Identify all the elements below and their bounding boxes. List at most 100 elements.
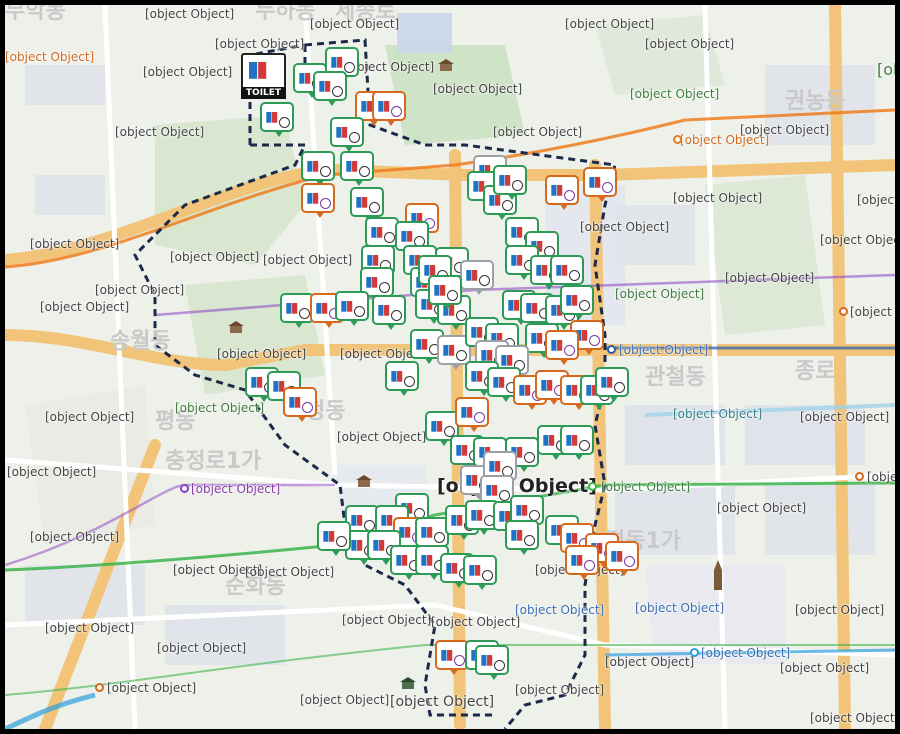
place-label: [object Object]: [217, 347, 307, 361]
toilet-marker[interactable]: ▮▮: [560, 285, 594, 320]
place-label: [object Object]: [40, 300, 130, 314]
toilet-marker[interactable]: ▮▮: [350, 187, 384, 222]
station-marker[interactable]: [673, 135, 682, 144]
toilet-marker[interactable]: ▮▮: [493, 165, 527, 200]
toilet-marker[interactable]: ▮▮: [330, 117, 364, 152]
district-label: 누하동: [255, 5, 316, 24]
place-label: [object Object]: [515, 603, 605, 617]
map-view[interactable]: 무악동 송월동 평동 세종로 관철동 순화동 명동1가 충정로1가 정동 누하동…: [5, 5, 895, 729]
station-marker[interactable]: [855, 472, 864, 481]
marker-pin-tail: [477, 583, 487, 590]
toilet-marker[interactable]: ▮▮: [605, 541, 639, 576]
marker-pin-tail: [442, 303, 452, 310]
toilet-marker[interactable]: ▮▮: [283, 387, 317, 422]
toilet-people-icon: ▮▮: [420, 524, 433, 540]
toilet-marker[interactable]: ▮▮: [550, 255, 584, 290]
marker-pin-tail: [386, 119, 396, 126]
toilet-people-icon: ▮▮: [360, 98, 373, 114]
toilet-people-icon: ▮▮: [535, 262, 548, 278]
place-label: [object Object]: [337, 430, 427, 444]
station-marker[interactable]: [690, 648, 699, 657]
toilet-marker[interactable]: ▮▮: [505, 520, 539, 555]
place-label: [object Object]: [725, 271, 815, 285]
station-marker[interactable]: [839, 307, 848, 316]
place-label: [object Object]: [431, 615, 521, 629]
toilet-marker[interactable]: ▮▮: [560, 425, 594, 460]
toilet-people-icon: ▮▮: [540, 377, 553, 393]
toilet-marker[interactable]: ▮▮: [313, 71, 347, 106]
toilet-marker[interactable]: ▮▮: [545, 330, 579, 365]
place-label: [object Object]: [95, 283, 185, 297]
toilet-marker[interactable]: ▮▮: [260, 102, 294, 137]
station-label-myeongdong[interactable]: [object Object]: [701, 646, 790, 660]
marker-pin-tail: [519, 465, 529, 472]
marker-pin-tail: [469, 425, 479, 432]
toilet-people-icon: ▮▮: [318, 78, 331, 94]
toilet-people-icon: ▮▮: [565, 382, 578, 398]
station-marker[interactable]: [180, 484, 189, 493]
toilet-marker[interactable]: ▮▮: [565, 545, 599, 580]
toilet-marker[interactable]: ▮▮: [340, 151, 374, 186]
marker-pin-tail: [315, 211, 325, 218]
toilet-marker[interactable]: ▮▮: [545, 175, 579, 210]
toilet-marker[interactable]: ▮▮: [435, 640, 469, 675]
toilet-people-icon: ▮▮: [518, 382, 531, 398]
toilet-marker[interactable]: ▮▮: [301, 151, 335, 186]
station-marker[interactable]: [588, 482, 597, 491]
district-label: 송월동: [110, 329, 171, 354]
toilet-marker[interactable]: ▮▮: [475, 645, 509, 680]
place-label: [object Object]: [717, 501, 807, 515]
clock-icon: [379, 282, 390, 293]
station-label-jonggak[interactable]: [object Object]: [619, 343, 708, 357]
marker-pin-tail: [404, 573, 414, 580]
toilet-people-icon: ▮▮: [372, 537, 385, 553]
toilet-marker[interactable]: ▮▮: [372, 91, 406, 126]
toilet-people-icon: ▮▮: [350, 512, 363, 528]
toilet-marker[interactable]: ▮▮: [455, 397, 489, 432]
toilet-people-icon: ▮▮: [498, 172, 511, 188]
toilet-people-icon: ▮▮: [322, 528, 335, 544]
toilet-sign-icon[interactable]: ▮▮ TOILET: [241, 53, 286, 99]
place-label: [object Object]: [342, 613, 432, 627]
marker-pin-tail: [501, 395, 511, 402]
toilet-marker[interactable]: ▮▮: [317, 521, 351, 556]
toilet-marker[interactable]: ▮▮: [460, 260, 494, 295]
toilet-people-icon: ▮▮: [420, 552, 433, 568]
clock-icon: [279, 117, 290, 128]
marker-pin-tail: [489, 673, 499, 680]
station-label-euljiro-ipgu[interactable]: [object Object]: [601, 480, 690, 494]
toilet-people-icon: ▮▮: [470, 507, 483, 523]
station-label-euljiro[interactable]: [object Object]: [867, 470, 895, 484]
toilet-people-icon: ▮▮: [440, 647, 453, 663]
toilet-people-icon: ▮▮: [570, 552, 583, 568]
marker-pin-tail: [609, 395, 619, 402]
marker-pin-tail: [297, 415, 307, 422]
station-label-seodaemun[interactable]: [object Object]: [191, 482, 280, 496]
cathedral-icon: [710, 560, 726, 590]
toilet-marker[interactable]: ▮▮: [372, 295, 406, 330]
open-24h-icon: [624, 556, 635, 567]
station-label-chungjeongno[interactable]: [object Object]: [107, 681, 196, 695]
toilet-people-icon: ▮▮: [600, 374, 613, 390]
toilet-marker[interactable]: ▮▮: [428, 275, 462, 310]
toilet-people-icon: ▮▮: [355, 194, 368, 210]
toilet-people-icon: ▮▮: [330, 54, 343, 70]
station-marker[interactable]: [607, 345, 616, 354]
toilet-marker[interactable]: ▮▮: [415, 517, 449, 552]
toilet-marker[interactable]: ▮▮: [301, 183, 335, 218]
toilet-marker[interactable]: ▮▮: [280, 293, 314, 328]
marker-pin-tail: [551, 453, 561, 460]
toilet-marker[interactable]: ▮▮: [463, 555, 497, 590]
place-label: [object Object]: [5, 50, 95, 64]
station-marker[interactable]: [95, 683, 104, 692]
toilet-marker[interactable]: ▮▮: [365, 217, 399, 252]
station-label-jongno3ga[interactable]: [object Object]: [850, 305, 895, 319]
toilet-marker[interactable]: ▮▮: [335, 291, 369, 326]
clock-icon: [524, 535, 535, 546]
toilet-marker[interactable]: ▮▮: [595, 367, 629, 402]
toilet-people-icon: ▮▮: [510, 527, 523, 543]
toilet-people-icon: ▮▮: [465, 472, 478, 488]
toilet-people-icon: ▮▮: [610, 548, 623, 564]
toilet-marker[interactable]: ▮▮: [385, 361, 419, 396]
toilet-marker[interactable]: ▮▮: [583, 167, 617, 202]
